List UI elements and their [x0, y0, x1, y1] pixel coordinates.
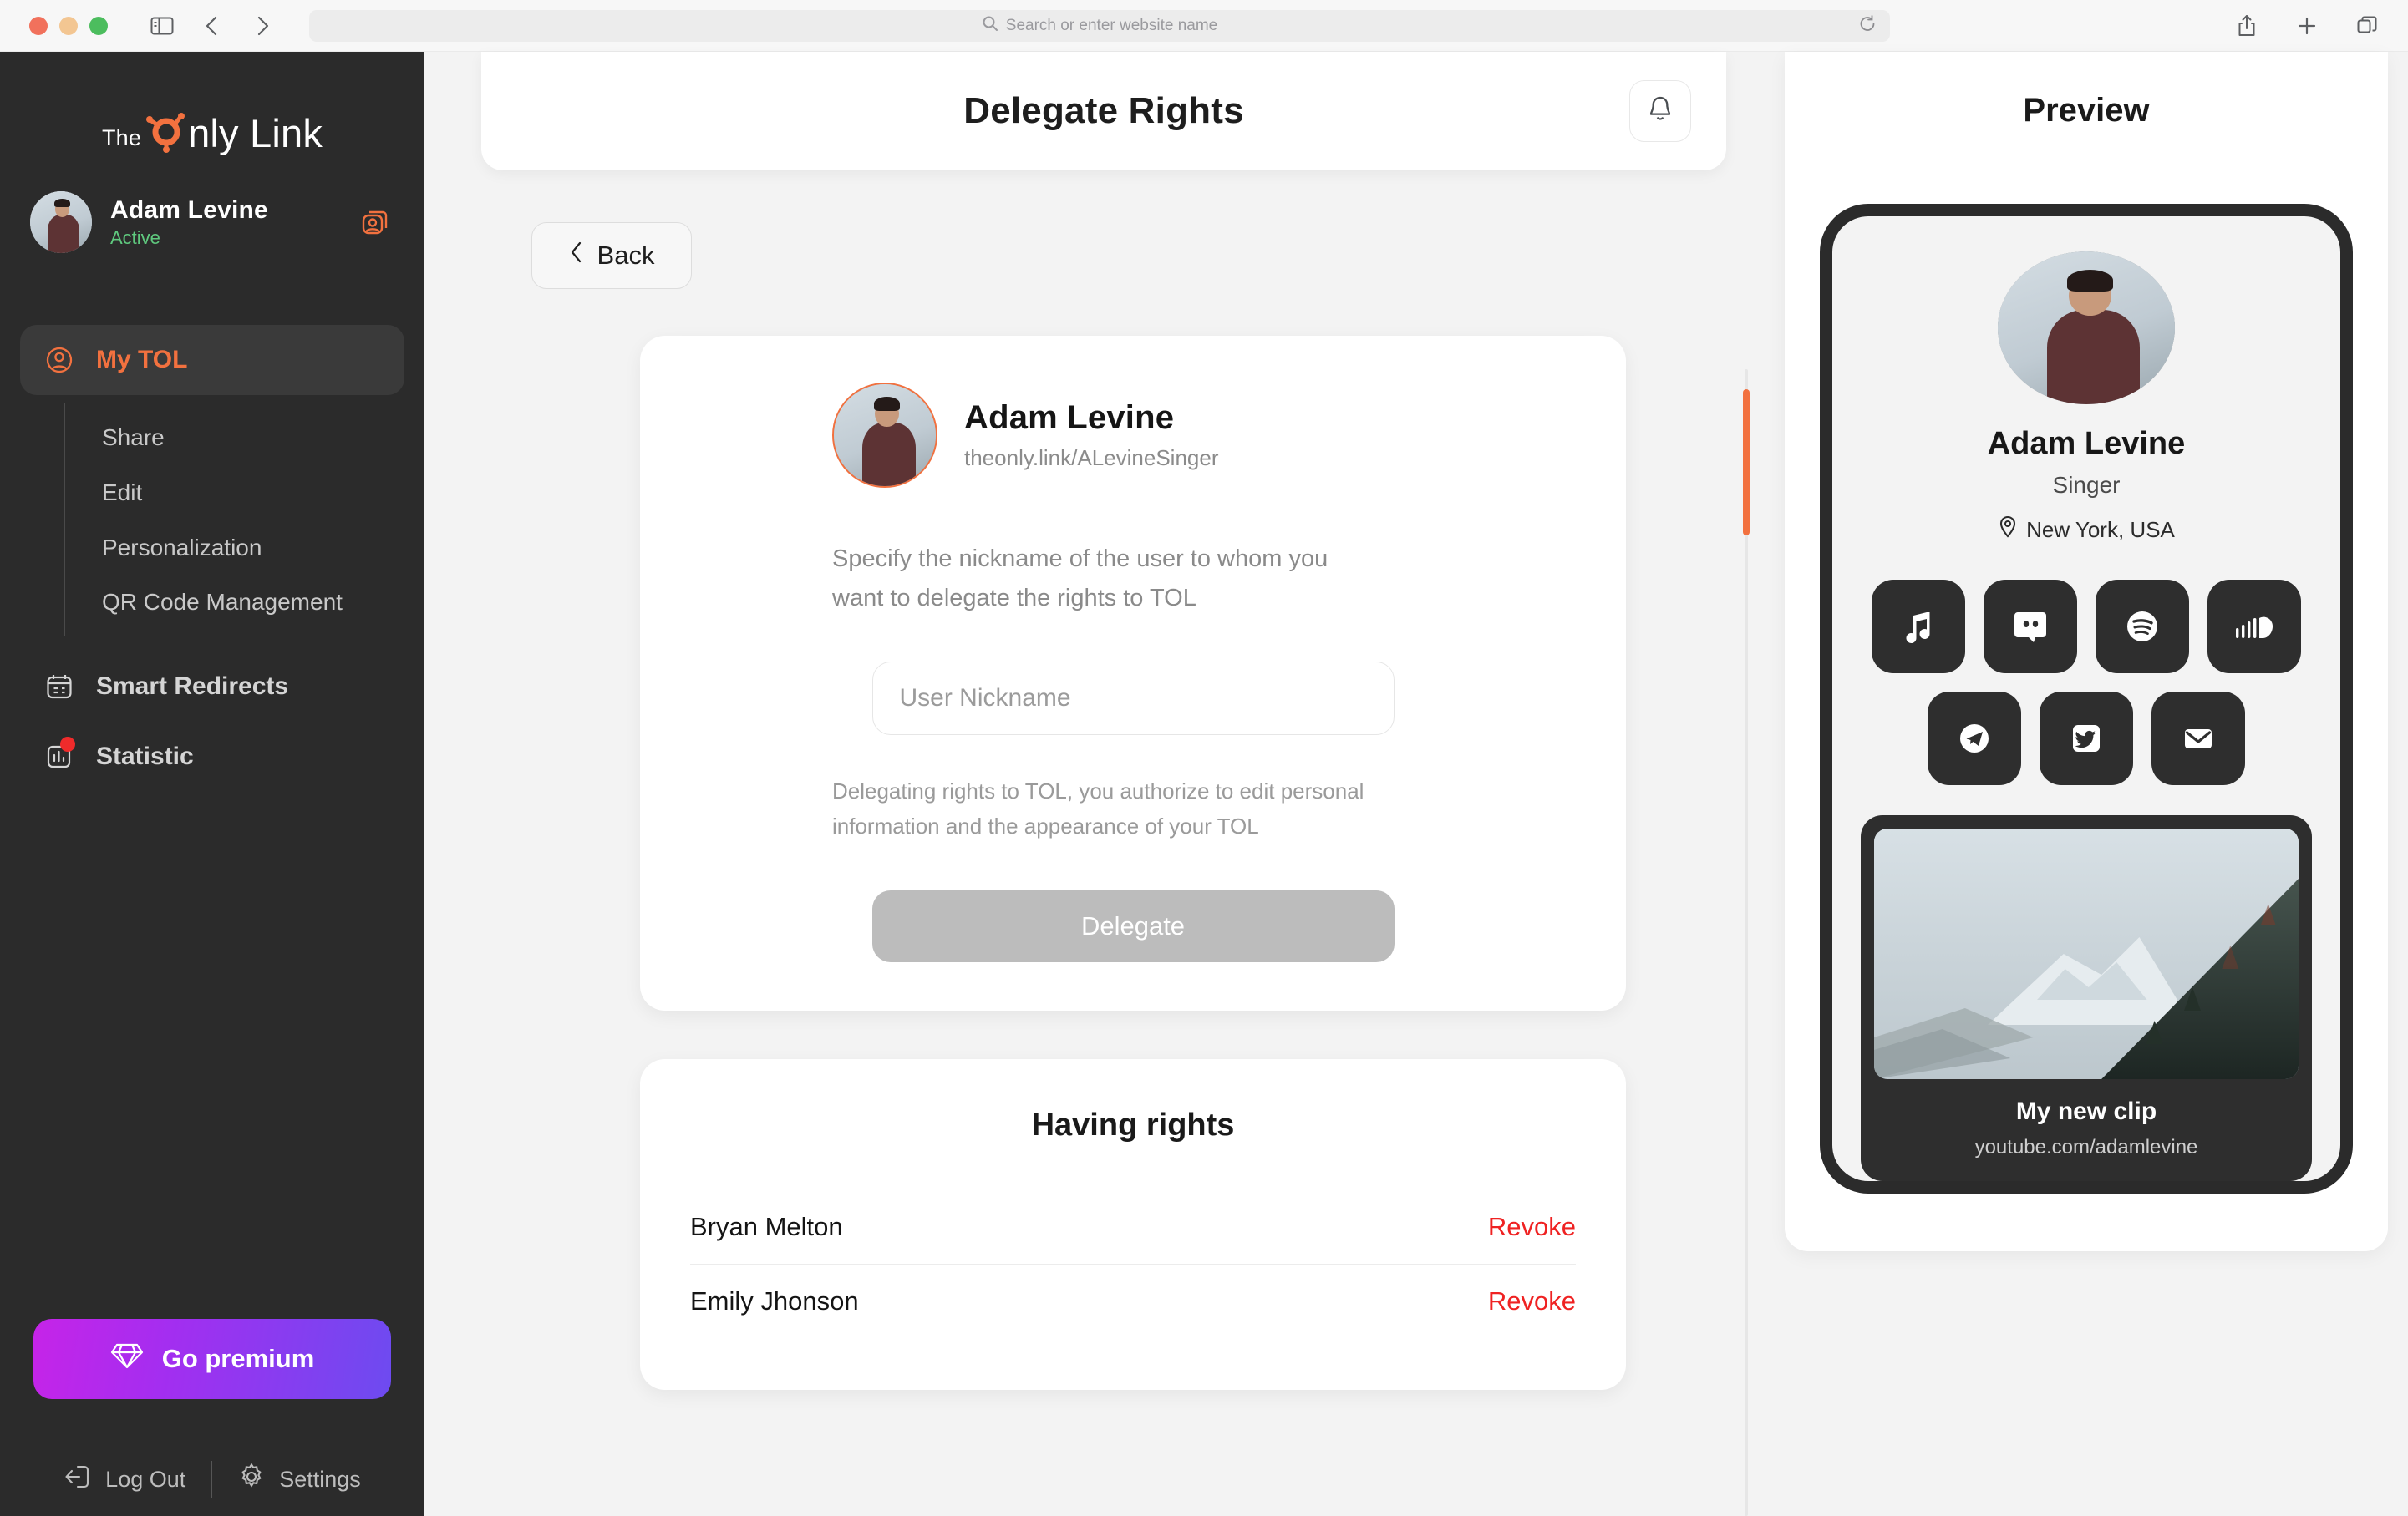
delegate-user-url: theonly.link/ALevineSinger — [964, 445, 1219, 470]
delegate-card: Adam Levine theonly.link/ALevineSinger S… — [640, 336, 1626, 1012]
notifications-button[interactable] — [1629, 80, 1691, 142]
window-traffic-lights — [29, 16, 108, 35]
app-shell: The nly Link Adam Levine Active My TOL S… — [0, 52, 2408, 1516]
soundcloud-icon[interactable] — [2207, 580, 2301, 673]
chevron-left-icon — [569, 241, 584, 271]
browser-toolbar: Search or enter website name — [0, 0, 2408, 52]
preview-title: Preview — [1785, 52, 2388, 170]
switch-profile-icon[interactable] — [359, 206, 391, 238]
sidebar-item-qr-code-management[interactable]: QR Code Management — [65, 575, 404, 630]
sidebar-item-statistic[interactable]: Statistic — [20, 722, 404, 792]
share-icon[interactable] — [2228, 7, 2266, 45]
delegate-button[interactable]: Delegate — [871, 890, 1395, 963]
logout-icon — [64, 1463, 92, 1496]
sidebar-profile[interactable]: Adam Levine Active — [0, 191, 424, 253]
clip-title: My new clip — [2015, 1098, 2157, 1125]
sidebar: The nly Link Adam Levine Active My TOL S… — [0, 52, 424, 1516]
phone-preview: Adam Levine Singer New York, USA My new … — [1820, 204, 2353, 1194]
plus-icon[interactable] — [2288, 7, 2326, 45]
sidebar-item-my-tol[interactable]: My TOL — [20, 325, 404, 395]
preview-panel: Preview Adam Levine Singer New York, USA… — [1785, 52, 2408, 1516]
go-premium-button[interactable]: Go premium — [33, 1319, 391, 1399]
back-button[interactable]: Back — [531, 222, 692, 289]
avatar — [1998, 251, 2175, 404]
search-icon — [982, 15, 998, 37]
telegram-icon[interactable] — [1928, 692, 2021, 785]
sidebar-item-smart-redirects[interactable]: Smart Redirects — [20, 652, 404, 722]
sidebar-toggle-icon[interactable] — [143, 7, 181, 45]
user-nickname-input[interactable] — [871, 661, 1395, 735]
sidebar-subnav: Share Edit Personalization QR Code Manag… — [64, 403, 404, 637]
revoke-button[interactable]: Revoke — [1488, 1286, 1576, 1316]
settings-button[interactable]: Settings — [212, 1463, 386, 1497]
preview-profile-location: New York, USA — [1998, 515, 2175, 545]
revoke-button[interactable]: Revoke — [1488, 1212, 1576, 1242]
table-row: Emily Jhonson Revoke — [690, 1264, 1576, 1338]
twitter-icon[interactable] — [2040, 692, 2133, 785]
having-rights-title: Having rights — [1031, 1108, 1235, 1143]
maximize-window-button[interactable] — [89, 16, 108, 35]
avatar — [832, 383, 937, 488]
address-bar[interactable]: Search or enter website name — [309, 9, 1890, 42]
avatar — [30, 191, 92, 253]
orange-o-mark-icon — [143, 109, 190, 155]
preview-links-grid — [1861, 580, 2312, 785]
profile-status: Active — [110, 226, 160, 248]
nav-back-icon[interactable] — [193, 7, 231, 45]
bell-icon — [1646, 94, 1674, 129]
email-icon[interactable] — [2151, 692, 2245, 785]
apple-music-icon[interactable] — [1872, 580, 1965, 673]
having-rights-card: Having rights Bryan Melton Revoke Emily … — [640, 1059, 1626, 1391]
sidebar-item-label: Smart Redirects — [96, 672, 289, 701]
sidebar-item-label: My TOL — [96, 346, 188, 373]
preview-profile-name: Adam Levine — [1987, 426, 2186, 461]
delegate-user-name: Adam Levine — [964, 399, 1175, 436]
rights-user-name: Emily Jhonson — [690, 1286, 859, 1316]
app-logo[interactable]: The nly Link — [0, 52, 424, 191]
table-row: Bryan Melton Revoke — [690, 1190, 1576, 1264]
diamond-icon — [110, 1340, 144, 1378]
clip-thumbnail — [1874, 829, 2299, 1079]
sidebar-item-edit[interactable]: Edit — [65, 465, 404, 520]
page-title: Delegate Rights — [963, 90, 1244, 131]
settings-label: Settings — [279, 1466, 361, 1492]
main-content: Delegate Rights Back Adam Levine theonly… — [424, 52, 2408, 1516]
go-premium-label: Go premium — [161, 1344, 315, 1373]
gear-icon — [237, 1463, 266, 1497]
delegate-description: Specify the nickname of the user to whom… — [832, 545, 1328, 611]
back-button-label: Back — [597, 241, 655, 270]
user-circle-icon — [43, 345, 75, 375]
page-header: Delegate Rights — [481, 52, 1726, 170]
logo-name-text: nly Link — [188, 111, 323, 155]
sidebar-item-label: Statistic — [96, 743, 194, 771]
minimize-window-button[interactable] — [59, 16, 78, 35]
spotify-icon[interactable] — [2096, 580, 2189, 673]
tabs-icon[interactable] — [2348, 7, 2386, 45]
browser-window: Search or enter website name The nly Lin… — [0, 0, 2408, 1516]
scrollbar[interactable] — [1743, 369, 1750, 1516]
discord-icon[interactable] — [1984, 580, 2077, 673]
logout-label: Log Out — [105, 1466, 186, 1492]
reload-icon[interactable] — [1858, 14, 1877, 37]
preview-location-label: New York, USA — [2026, 517, 2175, 542]
calendar-icon — [43, 672, 75, 701]
nav-forward-icon[interactable] — [243, 7, 282, 45]
close-window-button[interactable] — [29, 16, 48, 35]
preview-profile-role: Singer — [2052, 472, 2121, 498]
clip-url: youtube.com/adamlevine — [1974, 1136, 2198, 1159]
map-pin-icon — [1998, 515, 2018, 545]
sidebar-item-share[interactable]: Share — [65, 410, 404, 465]
profile-name: Adam Levine — [110, 195, 268, 224]
clip-card[interactable]: My new clip youtube.com/adamlevine — [1861, 815, 2312, 1181]
rights-user-name: Bryan Melton — [690, 1212, 843, 1242]
scrollbar-thumb[interactable] — [1743, 389, 1750, 535]
delegate-note: Delegating rights to TOL, you authorize … — [832, 778, 1364, 839]
sidebar-nav: My TOL Share Edit Personalization QR Cod… — [0, 325, 424, 792]
address-bar-placeholder: Search or enter website name — [1005, 16, 1218, 34]
logout-button[interactable]: Log Out — [38, 1463, 211, 1496]
logo-the-text: The — [101, 125, 142, 150]
sidebar-item-personalization[interactable]: Personalization — [65, 520, 404, 575]
